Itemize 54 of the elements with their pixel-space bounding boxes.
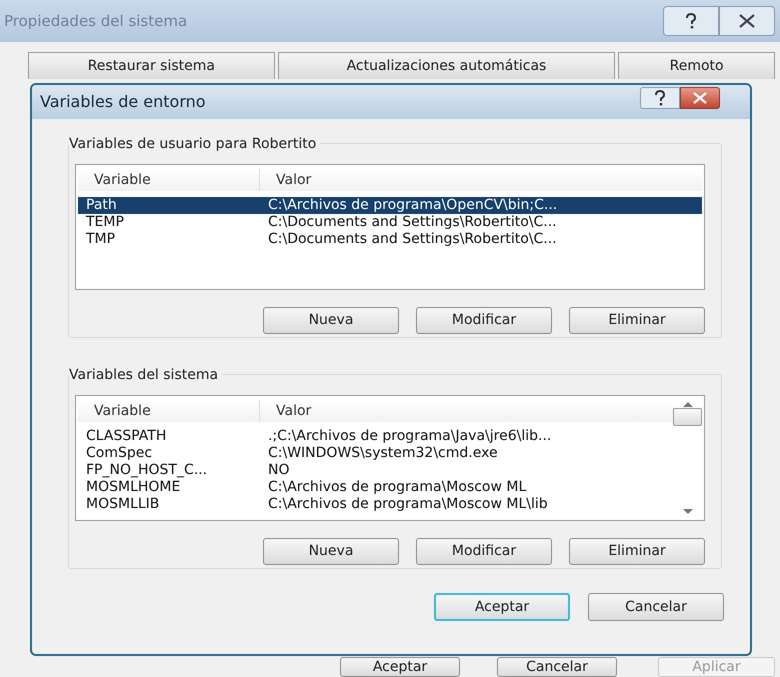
value-cell-text: C:\Archivos de programa\OpenCV\bin;C...: [267, 197, 558, 214]
list-row[interactable]: TEMP C:\Documents and Settings\Robertito\C...: [78, 214, 702, 231]
variable-cell-text: TMP: [85, 231, 116, 248]
close-icon: [691, 92, 709, 104]
scrollbar[interactable]: [673, 400, 702, 516]
close-button[interactable]: [680, 87, 720, 109]
button[interactable]: Cancelar: [497, 657, 617, 677]
button[interactable]: Cancelar: [588, 593, 724, 621]
button[interactable]: Eliminar: [569, 538, 705, 565]
button[interactable]: Eliminar: [569, 307, 705, 334]
close-button[interactable]: [719, 6, 775, 36]
help-button[interactable]: [640, 87, 680, 109]
scroll-thumb[interactable]: [673, 408, 702, 426]
tab[interactable]: Remoto: [618, 52, 776, 79]
column-header[interactable]: Variable: [78, 400, 260, 422]
close-icon: [738, 14, 756, 28]
value-cell-text: C:\Archivos de programa\Moscow ML: [267, 479, 526, 496]
column-header[interactable]: Valor: [260, 400, 312, 422]
variable-cell-text: TEMP: [85, 214, 125, 231]
list-row[interactable]: MOSMLLIB C:\Archivos de programa\Moscow ML\lib: [78, 496, 673, 513]
column-header[interactable]: Variable: [78, 169, 260, 191]
list-row[interactable]: ComSpec C:\WINDOWS\system32\cmd.exe: [78, 445, 673, 462]
list-row[interactable]: FP_NO_HOST_C... NO: [78, 462, 673, 479]
button[interactable]: Aceptar: [434, 593, 570, 621]
window-title: Propiedades del sistema: [4, 10, 188, 32]
value-cell-text: C:\Documents and Settings\Robertito\C...: [267, 214, 557, 231]
button[interactable]: Modificar: [416, 307, 552, 334]
tab[interactable]: Restaurar sistema: [28, 52, 275, 79]
variable-cell-text: MOSMLHOME: [85, 479, 182, 496]
value-cell-text: C:\Archivos de programa\Moscow ML\lib: [267, 496, 548, 513]
variable-cell-text: Path: [85, 197, 118, 214]
variable-cell-text: FP_NO_HOST_C...: [85, 462, 208, 479]
value-cell-text: NO: [267, 462, 290, 479]
help-icon: [683, 12, 699, 30]
variable-cell-text: ComSpec: [85, 445, 154, 462]
value-cell-text: C:\WINDOWS\system32\cmd.exe: [267, 445, 498, 462]
value-cell-text: .;C:\Archivos de programa\Java\jre6\lib...: [267, 428, 552, 445]
button[interactable]: Nueva: [263, 538, 399, 565]
button[interactable]: Nueva: [263, 307, 399, 334]
value-cell-text: C:\Documents and Settings\Robertito\C...: [267, 231, 557, 248]
list-row[interactable]: CLASSPATH .;C:\Archivos de programa\Java\jre6\lib...: [78, 428, 673, 445]
button[interactable]: Modificar: [416, 538, 552, 565]
tab[interactable]: Actualizaciones automáticas: [278, 52, 616, 79]
help-icon: [652, 89, 668, 107]
help-button[interactable]: [663, 6, 719, 36]
variable-cell-text: MOSMLLIB: [85, 496, 160, 513]
variable-cell-text: CLASSPATH: [85, 428, 168, 445]
dialog-title: Variables de entorno: [40, 91, 206, 113]
list-row[interactable]: Path C:\Archivos de programa\OpenCV\bin;C...: [78, 197, 702, 214]
list-row[interactable]: MOSMLHOME C:\Archivos de programa\Moscow ML: [78, 479, 673, 496]
scroll-down-icon[interactable]: [682, 508, 694, 516]
list-row[interactable]: TMP C:\Documents and Settings\Robertito\C...: [78, 231, 702, 248]
column-header[interactable]: Valor: [260, 169, 312, 191]
button[interactable]: Aceptar: [340, 657, 460, 677]
